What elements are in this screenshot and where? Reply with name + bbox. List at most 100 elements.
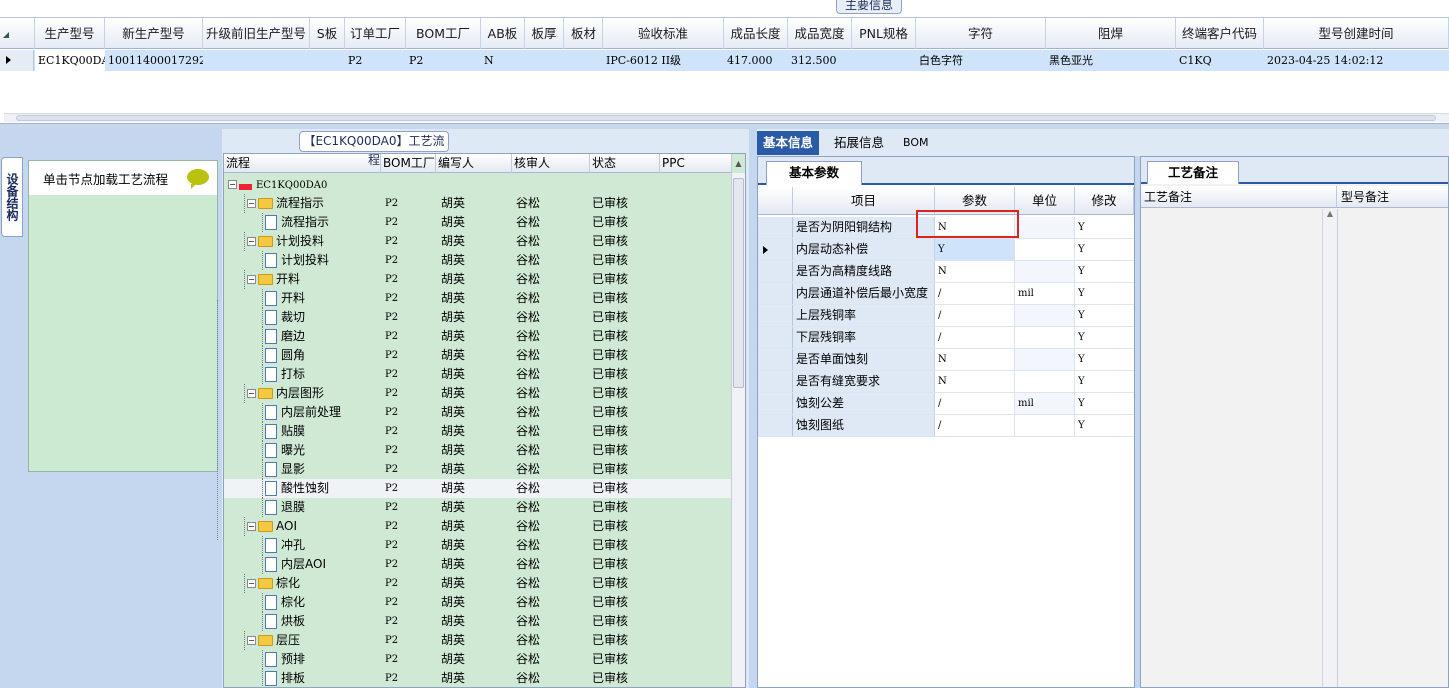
- column-header[interactable]: S板: [310, 18, 345, 49]
- horizontal-scrollbar[interactable]: [4, 113, 1449, 122]
- col-model-notes[interactable]: 型号备注: [1337, 186, 1448, 208]
- scroll-up-icon[interactable]: ▲: [732, 154, 745, 173]
- tree-node[interactable]: 打标 P2 胡英 谷松 已审核: [224, 365, 732, 384]
- param-value[interactable]: /: [935, 327, 1015, 348]
- tree-node[interactable]: 裁切 P2 胡英 谷松 已审核: [224, 308, 732, 327]
- scroll-thumb[interactable]: [16, 115, 1436, 121]
- param-row[interactable]: 内层动态补偿 Y Y: [758, 239, 1134, 261]
- column-header[interactable]: 订单工厂: [345, 18, 406, 49]
- table-cell[interactable]: [852, 50, 916, 71]
- param-modify[interactable]: Y: [1075, 393, 1134, 414]
- param-column-header[interactable]: 单位: [1015, 187, 1075, 215]
- tree-column-header[interactable]: 状态: [590, 154, 660, 173]
- row-selector[interactable]: [0, 50, 34, 71]
- table-cell[interactable]: [565, 50, 603, 71]
- table-cell[interactable]: 312.500: [788, 50, 852, 71]
- tree-node[interactable]: − 层压 P2 胡英 谷松 已审核: [224, 631, 732, 650]
- param-modify[interactable]: Y: [1075, 371, 1134, 392]
- tree-root[interactable]: − EC1KQ00DA0: [224, 175, 732, 194]
- param-modify[interactable]: Y: [1075, 261, 1134, 282]
- param-value[interactable]: /: [935, 283, 1015, 304]
- tree-node[interactable]: 流程指示 P2 胡英 谷松 已审核: [224, 213, 732, 232]
- param-unit[interactable]: [1015, 349, 1075, 370]
- tree-node[interactable]: 内层AOI P2 胡英 谷松 已审核: [224, 555, 732, 574]
- param-row[interactable]: 是否单面蚀刻 N Y: [758, 349, 1134, 371]
- param-value[interactable]: /: [935, 305, 1015, 326]
- column-header[interactable]: PNL规格: [852, 18, 916, 49]
- table-cell[interactable]: [525, 50, 564, 71]
- column-header[interactable]: AB板: [481, 18, 525, 49]
- param-modify[interactable]: Y: [1075, 415, 1134, 436]
- tree-node[interactable]: 排板 P2 胡英 谷松 已审核: [224, 669, 732, 687]
- row-selector[interactable]: [758, 415, 793, 436]
- collapse-icon[interactable]: −: [247, 389, 256, 398]
- param-modify[interactable]: Y: [1075, 327, 1134, 348]
- tree-node[interactable]: 冲孔 P2 胡英 谷松 已审核: [224, 536, 732, 555]
- tree-node[interactable]: 内层前处理 P2 胡英 谷松 已审核: [224, 403, 732, 422]
- table-cell[interactable]: 白色字符: [916, 50, 1046, 71]
- collapse-icon[interactable]: −: [247, 579, 256, 588]
- collapse-icon[interactable]: −: [228, 180, 237, 189]
- splitter-bar[interactable]: [749, 129, 757, 688]
- param-unit[interactable]: [1015, 371, 1075, 392]
- collapse-icon[interactable]: −: [247, 275, 256, 284]
- tree-node[interactable]: − 棕化 P2 胡英 谷松 已审核: [224, 574, 732, 593]
- table-cell[interactable]: 2023-04-25 14:02:12: [1264, 50, 1449, 71]
- tree-column-header[interactable]: 流程: [224, 154, 381, 173]
- tree-node[interactable]: − 计划投料 P2 胡英 谷松 已审核: [224, 232, 732, 251]
- tree-vertical-scrollbar[interactable]: ▲: [731, 159, 745, 687]
- collapse-icon[interactable]: −: [247, 199, 256, 208]
- param-modify[interactable]: Y: [1075, 283, 1134, 304]
- tree-node[interactable]: − 开料 P2 胡英 谷松 已审核: [224, 270, 732, 289]
- table-cell[interactable]: C1KQ: [1176, 50, 1264, 71]
- param-unit[interactable]: [1015, 217, 1075, 238]
- column-header[interactable]: 新生产型号: [105, 18, 203, 49]
- row-selector[interactable]: [758, 217, 793, 238]
- collapse-icon[interactable]: −: [247, 636, 256, 645]
- column-header[interactable]: 成品长度: [724, 18, 788, 49]
- row-selector[interactable]: [758, 393, 793, 414]
- column-header[interactable]: BOM工厂: [406, 18, 481, 49]
- column-header[interactable]: 板材: [565, 18, 603, 49]
- param-value[interactable]: N: [935, 349, 1015, 370]
- column-header[interactable]: 生产型号: [35, 18, 105, 49]
- tree-node[interactable]: 退膜 P2 胡英 谷松 已审核: [224, 498, 732, 517]
- scroll-up-icon[interactable]: ▲: [1323, 209, 1337, 218]
- tree-column-header[interactable]: 核审人: [512, 154, 590, 173]
- tree-node[interactable]: 烘板 P2 胡英 谷松 已审核: [224, 612, 732, 631]
- tree-node[interactable]: 曝光 P2 胡英 谷松 已审核: [224, 441, 732, 460]
- table-row[interactable]: EC1KQ00DA010011400017292P2P2NIPC-6012 II…: [0, 50, 1449, 71]
- tab-basic-info[interactable]: 基本信息: [757, 131, 820, 155]
- row-selector[interactable]: [758, 305, 793, 326]
- side-tab-equipment[interactable]: 设备结构: [1, 157, 23, 237]
- table-cell[interactable]: [203, 50, 310, 71]
- column-header[interactable]: 字符: [916, 18, 1046, 49]
- row-selector[interactable]: [758, 349, 793, 370]
- param-value[interactable]: Y: [935, 239, 1015, 260]
- table-cell[interactable]: P2: [406, 50, 481, 71]
- column-header[interactable]: 型号创建时间: [1264, 18, 1449, 49]
- param-row[interactable]: 内层通道补偿后最小宽度 / mil Y: [758, 283, 1134, 305]
- param-unit[interactable]: mil: [1015, 393, 1075, 414]
- row-selector[interactable]: [758, 371, 793, 392]
- param-modify[interactable]: Y: [1075, 217, 1134, 238]
- param-unit[interactable]: [1015, 327, 1075, 348]
- col-process-notes[interactable]: 工艺备注: [1141, 186, 1337, 208]
- tree-node[interactable]: 圆角 P2 胡英 谷松 已审核: [224, 346, 732, 365]
- tree-node[interactable]: 棕化 P2 胡英 谷松 已审核: [224, 593, 732, 612]
- collapse-icon[interactable]: −: [247, 522, 256, 531]
- param-column-header[interactable]: 修改: [1075, 187, 1134, 215]
- param-value[interactable]: N: [935, 261, 1015, 282]
- param-row[interactable]: 是否为高精度线路 N Y: [758, 261, 1134, 283]
- scroll-thumb[interactable]: [733, 178, 744, 388]
- table-cell[interactable]: EC1KQ00DA0: [35, 50, 105, 71]
- tree-node[interactable]: 计划投料 P2 胡英 谷松 已审核: [224, 251, 732, 270]
- param-unit[interactable]: [1015, 239, 1075, 260]
- column-header[interactable]: 验收标准: [603, 18, 724, 49]
- subtab-basic-params[interactable]: 基本参数: [766, 161, 862, 185]
- tree-node[interactable]: 开料 P2 胡英 谷松 已审核: [224, 289, 732, 308]
- node-list[interactable]: 单击节点加载工艺流程: [28, 160, 218, 472]
- row-selector[interactable]: [758, 239, 793, 260]
- param-unit[interactable]: [1015, 305, 1075, 326]
- collapse-icon[interactable]: −: [247, 237, 256, 246]
